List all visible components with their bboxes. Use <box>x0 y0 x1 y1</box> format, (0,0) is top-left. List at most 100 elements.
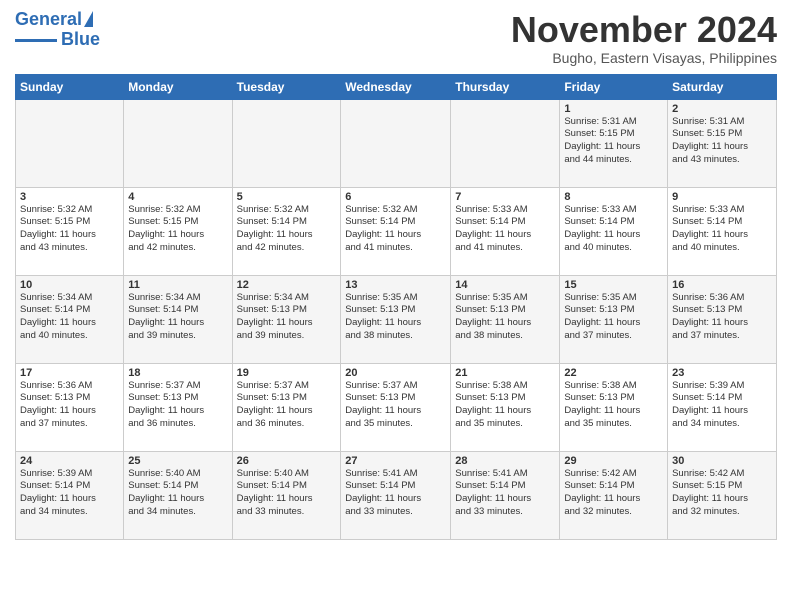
calendar-header: SundayMondayTuesdayWednesdayThursdayFrid… <box>16 74 777 99</box>
day-info: Sunrise: 5:36 AMSunset: 5:13 PMDaylight:… <box>20 380 119 431</box>
day-info: Sunrise: 5:32 AMSunset: 5:14 PMDaylight:… <box>237 204 337 255</box>
calendar-cell: 16Sunrise: 5:36 AMSunset: 5:13 PMDayligh… <box>668 275 777 363</box>
calendar-cell: 17Sunrise: 5:36 AMSunset: 5:13 PMDayligh… <box>16 363 124 451</box>
calendar-cell: 6Sunrise: 5:32 AMSunset: 5:14 PMDaylight… <box>341 187 451 275</box>
day-number: 13 <box>345 279 446 291</box>
day-info: Sunrise: 5:35 AMSunset: 5:13 PMDaylight:… <box>564 292 663 343</box>
day-number: 2 <box>672 103 772 115</box>
logo: General Blue <box>15 10 100 50</box>
day-number: 1 <box>564 103 663 115</box>
calendar-cell: 22Sunrise: 5:38 AMSunset: 5:13 PMDayligh… <box>560 363 668 451</box>
page-container: General Blue November 2024 Bugho, Easter… <box>0 0 792 550</box>
calendar-week-1: 1Sunrise: 5:31 AMSunset: 5:15 PMDaylight… <box>16 99 777 187</box>
day-number: 24 <box>20 455 119 467</box>
calendar-week-4: 17Sunrise: 5:36 AMSunset: 5:13 PMDayligh… <box>16 363 777 451</box>
day-info: Sunrise: 5:38 AMSunset: 5:13 PMDaylight:… <box>564 380 663 431</box>
day-number: 3 <box>20 191 119 203</box>
logo-triangle-icon <box>84 11 93 27</box>
day-number: 29 <box>564 455 663 467</box>
day-info: Sunrise: 5:33 AMSunset: 5:14 PMDaylight:… <box>564 204 663 255</box>
calendar-cell: 18Sunrise: 5:37 AMSunset: 5:13 PMDayligh… <box>124 363 232 451</box>
title-section: November 2024 Bugho, Eastern Visayas, Ph… <box>511 10 777 66</box>
day-info: Sunrise: 5:38 AMSunset: 5:13 PMDaylight:… <box>455 380 555 431</box>
day-info: Sunrise: 5:40 AMSunset: 5:14 PMDaylight:… <box>237 468 337 519</box>
calendar-cell: 1Sunrise: 5:31 AMSunset: 5:15 PMDaylight… <box>560 99 668 187</box>
day-number: 22 <box>564 367 663 379</box>
day-number: 23 <box>672 367 772 379</box>
day-info: Sunrise: 5:35 AMSunset: 5:13 PMDaylight:… <box>455 292 555 343</box>
day-info: Sunrise: 5:31 AMSunset: 5:15 PMDaylight:… <box>672 116 772 167</box>
calendar-week-3: 10Sunrise: 5:34 AMSunset: 5:14 PMDayligh… <box>16 275 777 363</box>
day-info: Sunrise: 5:42 AMSunset: 5:14 PMDaylight:… <box>564 468 663 519</box>
logo-text: General <box>15 10 82 30</box>
day-number: 17 <box>20 367 119 379</box>
weekday-row: SundayMondayTuesdayWednesdayThursdayFrid… <box>16 74 777 99</box>
weekday-header-saturday: Saturday <box>668 74 777 99</box>
weekday-header-monday: Monday <box>124 74 232 99</box>
calendar-cell: 14Sunrise: 5:35 AMSunset: 5:13 PMDayligh… <box>451 275 560 363</box>
day-info: Sunrise: 5:39 AMSunset: 5:14 PMDaylight:… <box>20 468 119 519</box>
day-info: Sunrise: 5:37 AMSunset: 5:13 PMDaylight:… <box>237 380 337 431</box>
calendar-cell: 4Sunrise: 5:32 AMSunset: 5:15 PMDaylight… <box>124 187 232 275</box>
weekday-header-sunday: Sunday <box>16 74 124 99</box>
calendar-cell: 10Sunrise: 5:34 AMSunset: 5:14 PMDayligh… <box>16 275 124 363</box>
day-number: 6 <box>345 191 446 203</box>
calendar-cell: 20Sunrise: 5:37 AMSunset: 5:13 PMDayligh… <box>341 363 451 451</box>
day-number: 21 <box>455 367 555 379</box>
weekday-header-wednesday: Wednesday <box>341 74 451 99</box>
calendar-cell: 9Sunrise: 5:33 AMSunset: 5:14 PMDaylight… <box>668 187 777 275</box>
calendar-body: 1Sunrise: 5:31 AMSunset: 5:15 PMDaylight… <box>16 99 777 539</box>
calendar-cell: 7Sunrise: 5:33 AMSunset: 5:14 PMDaylight… <box>451 187 560 275</box>
day-number: 4 <box>128 191 227 203</box>
weekday-header-tuesday: Tuesday <box>232 74 341 99</box>
calendar-cell: 28Sunrise: 5:41 AMSunset: 5:14 PMDayligh… <box>451 451 560 539</box>
calendar-cell: 11Sunrise: 5:34 AMSunset: 5:14 PMDayligh… <box>124 275 232 363</box>
calendar-cell: 3Sunrise: 5:32 AMSunset: 5:15 PMDaylight… <box>16 187 124 275</box>
day-number: 30 <box>672 455 772 467</box>
day-number: 5 <box>237 191 337 203</box>
calendar-week-5: 24Sunrise: 5:39 AMSunset: 5:14 PMDayligh… <box>16 451 777 539</box>
day-number: 7 <box>455 191 555 203</box>
calendar-cell: 30Sunrise: 5:42 AMSunset: 5:15 PMDayligh… <box>668 451 777 539</box>
day-info: Sunrise: 5:42 AMSunset: 5:15 PMDaylight:… <box>672 468 772 519</box>
calendar-cell: 25Sunrise: 5:40 AMSunset: 5:14 PMDayligh… <box>124 451 232 539</box>
day-number: 19 <box>237 367 337 379</box>
calendar-cell: 26Sunrise: 5:40 AMSunset: 5:14 PMDayligh… <box>232 451 341 539</box>
day-info: Sunrise: 5:41 AMSunset: 5:14 PMDaylight:… <box>345 468 446 519</box>
day-number: 28 <box>455 455 555 467</box>
calendar-cell: 2Sunrise: 5:31 AMSunset: 5:15 PMDaylight… <box>668 99 777 187</box>
day-number: 20 <box>345 367 446 379</box>
day-info: Sunrise: 5:34 AMSunset: 5:14 PMDaylight:… <box>128 292 227 343</box>
calendar-cell: 5Sunrise: 5:32 AMSunset: 5:14 PMDaylight… <box>232 187 341 275</box>
calendar-cell <box>341 99 451 187</box>
day-number: 25 <box>128 455 227 467</box>
calendar-cell: 15Sunrise: 5:35 AMSunset: 5:13 PMDayligh… <box>560 275 668 363</box>
day-number: 14 <box>455 279 555 291</box>
month-title: November 2024 <box>511 10 777 50</box>
logo-underline <box>15 39 57 42</box>
day-info: Sunrise: 5:32 AMSunset: 5:14 PMDaylight:… <box>345 204 446 255</box>
calendar-cell: 13Sunrise: 5:35 AMSunset: 5:13 PMDayligh… <box>341 275 451 363</box>
day-info: Sunrise: 5:40 AMSunset: 5:14 PMDaylight:… <box>128 468 227 519</box>
calendar-cell: 21Sunrise: 5:38 AMSunset: 5:13 PMDayligh… <box>451 363 560 451</box>
day-info: Sunrise: 5:31 AMSunset: 5:15 PMDaylight:… <box>564 116 663 167</box>
day-info: Sunrise: 5:32 AMSunset: 5:15 PMDaylight:… <box>128 204 227 255</box>
day-info: Sunrise: 5:33 AMSunset: 5:14 PMDaylight:… <box>672 204 772 255</box>
calendar-cell: 27Sunrise: 5:41 AMSunset: 5:14 PMDayligh… <box>341 451 451 539</box>
page-header: General Blue November 2024 Bugho, Easter… <box>15 10 777 66</box>
weekday-header-thursday: Thursday <box>451 74 560 99</box>
calendar-cell <box>451 99 560 187</box>
logo-blue-text: Blue <box>61 30 100 50</box>
day-info: Sunrise: 5:37 AMSunset: 5:13 PMDaylight:… <box>345 380 446 431</box>
calendar-cell: 24Sunrise: 5:39 AMSunset: 5:14 PMDayligh… <box>16 451 124 539</box>
day-number: 16 <box>672 279 772 291</box>
day-info: Sunrise: 5:39 AMSunset: 5:14 PMDaylight:… <box>672 380 772 431</box>
day-info: Sunrise: 5:34 AMSunset: 5:14 PMDaylight:… <box>20 292 119 343</box>
day-number: 10 <box>20 279 119 291</box>
day-info: Sunrise: 5:37 AMSunset: 5:13 PMDaylight:… <box>128 380 227 431</box>
calendar-cell: 19Sunrise: 5:37 AMSunset: 5:13 PMDayligh… <box>232 363 341 451</box>
location-text: Bugho, Eastern Visayas, Philippines <box>511 50 777 66</box>
calendar-week-2: 3 Sunrise: 5:32 AMSunset: 5:15 PMDaylight… <box>16 187 777 275</box>
day-info: Sunrise: 5:35 AMSunset: 5:13 PMDaylight:… <box>345 292 446 343</box>
day-number: 8 <box>564 191 663 203</box>
